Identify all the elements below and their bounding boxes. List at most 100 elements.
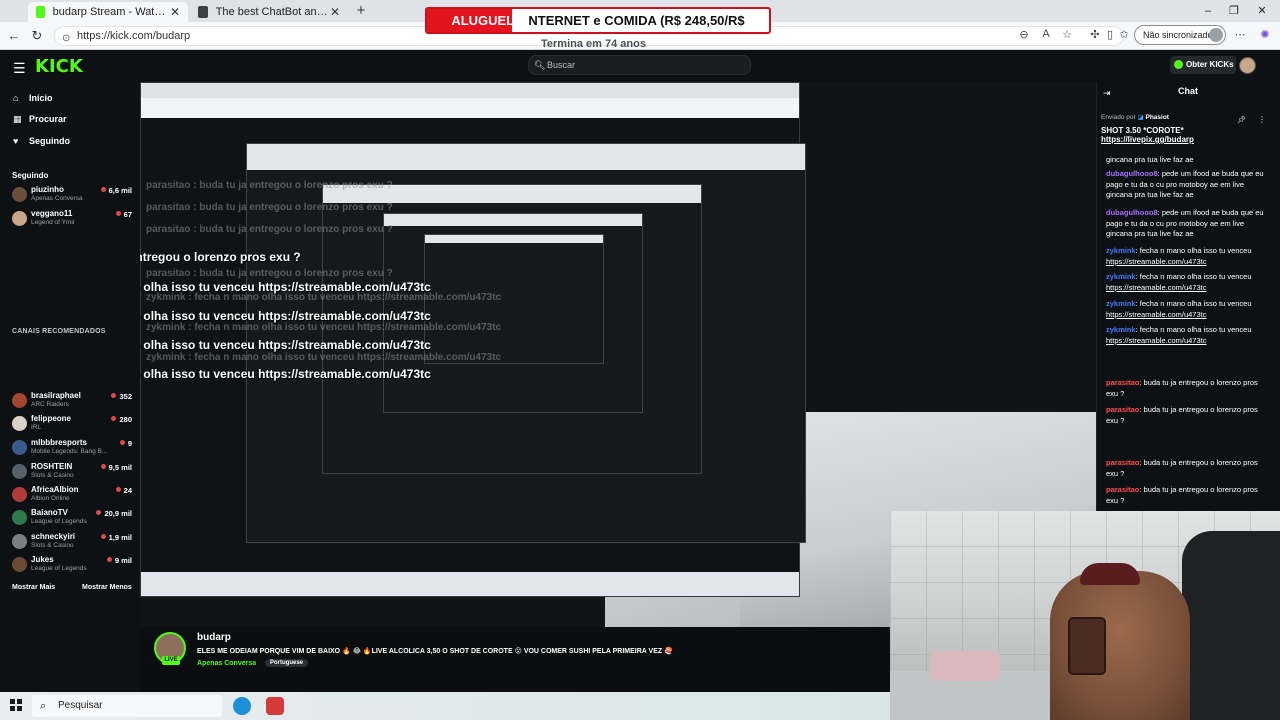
pinned-link[interactable]: https://livepix.gg/budarp [1101, 135, 1275, 144]
chat-message: parasitao: buda tu ja entregou o lorenzo… [1106, 378, 1258, 398]
overlay-chat-line: parasitao: buda tu ja entregou o lorenzo… [140, 250, 301, 264]
following-channel[interactable]: piuzinho Apenas Conversa 6,6 mil [12, 184, 132, 206]
taskbar-search[interactable]: ⌕ Pesquisar [32, 695, 222, 717]
channel-avatar [12, 534, 27, 549]
zoom-icon[interactable]: ⊖ [1016, 28, 1032, 41]
minimize-icon[interactable]: – [1196, 0, 1220, 22]
show-less-link[interactable]: Mostrar Menos [82, 584, 132, 591]
language-tag[interactable]: Portuguese [265, 659, 309, 667]
overlay-ghost-line: parasitao : buda tu ja entregou o lorenz… [146, 268, 393, 279]
recommended-channel[interactable]: brasilraphael ARC Raiders 352 [12, 390, 132, 412]
overlay-ghost-line: parasitao : buda tu ja entregou o lorenz… [146, 224, 393, 235]
nested-tab-strip [141, 83, 799, 98]
pinned-options-icon[interactable]: ⋮ [1258, 115, 1266, 124]
overlay-chat-line: zykmink: fecha n mano olha isso tu vence… [140, 309, 431, 323]
menu-icon[interactable]: ☰ [13, 60, 26, 77]
recommended-heading: CANAIS RECOMENDADOS [12, 328, 106, 335]
obs-app-icon[interactable] [266, 697, 284, 715]
channel-avatar [12, 211, 27, 226]
channel-avatar [12, 510, 27, 525]
streamer-name[interactable]: budarp [197, 632, 231, 643]
more-menu-icon[interactable]: ⋯ [1232, 28, 1248, 41]
chat-message: zykmink: fecha n mano olha isso tu vence… [1106, 272, 1252, 292]
chat-message: parasitao: buda tu ja entregou o lorenzo… [1106, 485, 1258, 505]
tab-title: budarp Stream - Watch Live on K [52, 6, 170, 18]
sync-button[interactable]: Não sincronizado [1134, 25, 1226, 45]
heart-icon: ♥ [13, 136, 19, 146]
pinned-by: Enviado por ◪ Phasiot [1101, 114, 1169, 121]
pin-icon[interactable]: 📌︎ [1237, 116, 1246, 124]
chat-message: dubagulhooo8: pede um ifood ae buda que … [1106, 169, 1264, 199]
phone [1068, 617, 1106, 675]
kick-favicon-icon [36, 6, 45, 18]
tab-kick-stream[interactable]: budarp Stream - Watch Live on K ✕ [28, 2, 188, 22]
user-avatar[interactable] [1239, 57, 1256, 74]
recommended-channel[interactable]: felippeone IRL 280 [12, 413, 132, 435]
chat-message: zykmink: fecha n mano olha isso tu vence… [1106, 246, 1252, 266]
close-tab-icon[interactable]: ✕ [330, 5, 340, 19]
tab-title: The best ChatBot and Widge [215, 6, 330, 18]
extensions-icon[interactable]: ✣ [1087, 28, 1103, 41]
get-kicks-button[interactable]: Obter KICKs [1170, 56, 1236, 74]
stream-title: ELES ME ODEIAM PORQUE VIM DE BAIXO 🔥 😂 🔥… [197, 648, 673, 655]
nested-address-bar [141, 98, 799, 118]
channel-avatar [12, 416, 27, 431]
channel-avatar [12, 487, 27, 502]
channel-avatar [12, 393, 27, 408]
nested-browser-bar [425, 235, 603, 243]
show-more-link[interactable]: Mostrar Mais [12, 584, 55, 591]
tab-chatbot[interactable]: The best ChatBot and Widge ✕ [190, 2, 348, 22]
channel-avatar [12, 440, 27, 455]
site-info-icon[interactable]: ⊙ [62, 30, 70, 48]
gaming-chair [1182, 531, 1280, 720]
search-icon: 🔍︎ [534, 60, 546, 70]
stream-category-link[interactable]: Apenas Conversa [197, 660, 256, 667]
recommended-channel[interactable]: ROSHTEIN Slots & Casino 9,5 mil [12, 461, 132, 483]
back-icon[interactable]: ← [4, 27, 24, 45]
windows-start-icon[interactable] [10, 699, 22, 711]
chat-message: zykmink: fecha n mano olha isso tu vence… [1106, 325, 1252, 345]
favorites-icon[interactable]: ✩ [1116, 28, 1132, 41]
overlay-ghost-line: zykmink : fecha n mano olha isso tu venc… [146, 352, 502, 363]
refresh-icon[interactable]: ↻ [27, 27, 47, 45]
following-channel[interactable]: veggano11 Legend of Ymir 67 [12, 208, 132, 230]
overlay-chat-line: zykmink: fecha n mano olha isso tu vence… [140, 280, 431, 294]
donation-goal-text: ALUGUEL , INTERNET e COMIDA (R$ 248,50/R… [451, 13, 745, 28]
kicks-coin-icon [1174, 60, 1183, 69]
profile-avatar-icon [1209, 28, 1223, 42]
chat-message: parasitao: buda tu ja entregou o lorenzo… [1106, 405, 1258, 425]
pillow [930, 651, 1000, 681]
webcam-overlay [890, 511, 1280, 720]
following-heading: Seguindo [12, 171, 49, 180]
new-tab-button[interactable]: + [352, 2, 370, 20]
recommended-channel[interactable]: mlbbbresports Mobile Legends: Bang B... … [12, 437, 132, 459]
sync-label: Não sincronizado [1143, 30, 1213, 40]
maximize-icon[interactable]: ❐ [1222, 0, 1246, 22]
search-input[interactable]: 🔍︎ Buscar [528, 55, 751, 75]
recommended-channel[interactable]: Jukes League of Legends 9 mil [12, 554, 132, 576]
pinned-text: SHOT 3.50 *COROTE* [1101, 126, 1184, 135]
chat-message: zykmink: fecha n mano olha isso tu vence… [1106, 299, 1252, 319]
channel-avatar [12, 557, 27, 572]
overlay-ghost-line: parasitao : buda tu ja entregou o lorenz… [146, 180, 393, 191]
search-icon: ⌕ [40, 700, 47, 712]
edge-app-icon[interactable] [233, 697, 251, 715]
chatbot-favicon-icon [198, 6, 208, 18]
search-placeholder: Buscar [547, 60, 576, 70]
chat-message: parasitao: buda tu ja entregou o lorenzo… [1106, 458, 1258, 478]
close-tab-icon[interactable]: ✕ [170, 5, 180, 19]
recommended-channel[interactable]: BaianoTV League of Legends 20,9 mil [12, 507, 132, 529]
recommended-channel[interactable]: AfricaAlbion Albion Online 24 [12, 484, 132, 506]
favorite-star-icon[interactable]: ☆ [1059, 28, 1075, 41]
sidebar-item-browse[interactable]: ▦ Procurar [13, 114, 67, 125]
nested-taskbar [141, 572, 799, 596]
cap [1080, 563, 1140, 585]
sidebar-item-following[interactable]: ♥ Seguindo [13, 136, 70, 146]
kick-logo[interactable]: KICK [35, 56, 83, 77]
recommended-channel[interactable]: schneckyiri Slots & Casino 1,9 mil [12, 531, 132, 553]
copilot-icon[interactable]: ✺ [1257, 28, 1273, 41]
close-window-icon[interactable]: ✕ [1250, 0, 1274, 22]
donation-goal-banner: ALUGUEL , INTERNET e COMIDA (R$ 248,50/R… [425, 7, 771, 34]
read-aloud-icon[interactable]: A [1038, 28, 1054, 40]
sidebar-item-home[interactable]: ⌂ Início [13, 93, 53, 103]
